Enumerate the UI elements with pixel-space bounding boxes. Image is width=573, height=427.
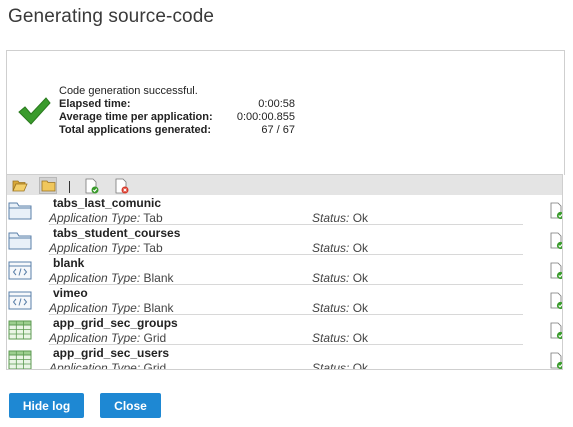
dialog-title: Generating source-code — [8, 6, 215, 27]
app-name: app_grid_sec_groups — [53, 316, 178, 330]
document-success-icon — [550, 202, 562, 220]
app-status: Status: Ok — [312, 211, 369, 225]
document-success-icon — [85, 178, 99, 193]
app-status: Status: Ok — [312, 331, 369, 345]
document-success-icon — [550, 232, 562, 250]
closed-folder-button[interactable] — [39, 177, 57, 194]
log-item: blank Application Type: Blank Status: Ok — [7, 255, 562, 285]
app-type: Application Type: Blank — [49, 271, 174, 285]
log-item: tabs_last_comunic Application Type: Tab … — [7, 195, 562, 225]
toolbar-separator — [69, 181, 70, 193]
app-name: tabs_last_comunic — [53, 196, 162, 210]
app-type: Application Type: Tab — [49, 241, 163, 255]
stat-average: Average time per application: 0:00:00.85… — [59, 111, 295, 123]
app-status: Status: Ok — [312, 301, 369, 315]
success-check-icon — [18, 97, 51, 125]
log-item: vimeo Application Type: Blank Status: Ok — [7, 285, 562, 315]
open-folder-button[interactable] — [11, 177, 29, 194]
summary-panel: Code generation successful. Elapsed time… — [6, 50, 565, 175]
document-success-icon — [550, 322, 562, 340]
code-window-icon — [8, 291, 32, 310]
app-type: Application Type: Blank — [49, 301, 174, 315]
app-type: Application Type: Tab — [49, 211, 163, 225]
app-type: Application Type: Grid — [49, 361, 167, 370]
show-success-button[interactable] — [83, 177, 101, 194]
grid-table-icon — [8, 320, 32, 340]
log-item: app_grid_sec_groups Application Type: Gr… — [7, 315, 562, 345]
app-name: vimeo — [53, 286, 88, 300]
generation-stats: Code generation successful. Elapsed time… — [59, 85, 295, 137]
generation-log[interactable]: tabs_last_comunic Application Type: Tab … — [6, 195, 563, 370]
app-name: tabs_student_courses — [53, 226, 181, 240]
app-type: Application Type: Grid — [49, 331, 167, 345]
document-success-icon — [550, 352, 562, 369]
folder-icon — [41, 180, 55, 192]
document-success-icon — [550, 262, 562, 280]
app-name: blank — [53, 256, 85, 270]
document-error-icon — [115, 178, 129, 193]
app-status: Status: Ok — [312, 271, 369, 285]
close-button[interactable]: Close — [100, 393, 161, 418]
log-item: tabs_student_courses Application Type: T… — [7, 225, 562, 255]
status-message: Code generation successful. — [59, 85, 198, 97]
open-folder-icon — [12, 180, 28, 192]
stat-total: Total applications generated: 67 / 67 — [59, 124, 295, 136]
hide-log-button[interactable]: Hide log — [9, 393, 84, 418]
stat-elapsed: Elapsed time: 0:00:58 — [59, 98, 295, 110]
app-name: app_grid_sec_users — [53, 346, 170, 360]
code-window-icon — [8, 261, 32, 280]
app-status: Status: Ok — [312, 361, 369, 370]
folder-tab-icon — [8, 232, 32, 250]
folder-tab-icon — [8, 202, 32, 220]
grid-table-icon — [8, 350, 32, 369]
log-toolbar — [6, 174, 563, 195]
document-success-icon — [550, 292, 562, 310]
log-item: app_grid_sec_users Application Type: Gri… — [7, 345, 562, 370]
app-status: Status: Ok — [312, 241, 369, 255]
show-errors-button[interactable] — [113, 177, 131, 194]
